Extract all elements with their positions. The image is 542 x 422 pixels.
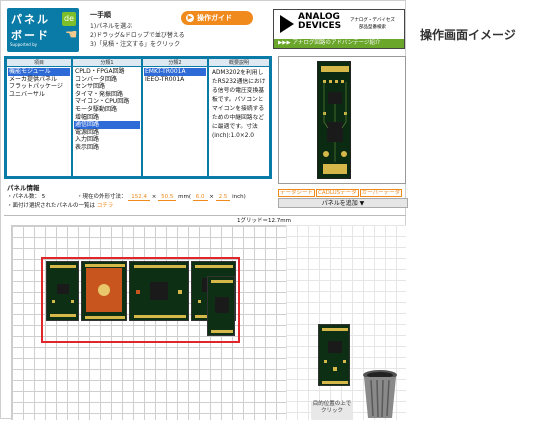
class1-list-item[interactable]: 入力回路	[74, 136, 140, 144]
class1-list-item[interactable]: 通信回路	[74, 121, 140, 129]
size-height-mm: 50.5	[158, 194, 177, 201]
panel-preview	[278, 56, 406, 184]
panel-list-label: ・面付け選択されたパネルの一覧は	[7, 203, 96, 209]
category-col-class2: 分類2 EMKT-TR001A IEEO-TR001A	[143, 59, 207, 176]
arrow-right-icon: ▶	[186, 14, 194, 22]
drag-hint-tooltip: 目的位置の上で クリック	[311, 401, 353, 420]
class2-list: EMKT-TR001A IEEO-TR001A	[143, 67, 207, 84]
item-list-item[interactable]: フラットパッケージ	[8, 83, 70, 91]
placed-board-3[interactable]	[129, 261, 189, 321]
panel-count-label: ・パネル数：	[7, 194, 41, 200]
pointing-hand-icon: ☚	[65, 27, 78, 43]
category-col-item: 項目 機能モジュール メーカ提供パネル フラットパッケージ ユニバーサル	[7, 59, 71, 176]
size-unit-inch: inch)	[232, 194, 246, 200]
analog-name-line2: DEVICES	[298, 21, 342, 31]
class1-list-item[interactable]: モータ駆動回路	[74, 106, 140, 114]
category-col-class1: 分類1 CPLD・FPGA回路 コンバータ回路 センサ回路 タイマ・発振回路 マイコン・…	[73, 59, 141, 176]
category-selector: 項目 機能モジュール メーカ提供パネル フラットパッケージ ユニバーサル 分類1 CP…	[4, 56, 272, 179]
logo-line1: パネル	[11, 13, 50, 26]
trash-can-icon[interactable]	[360, 368, 400, 420]
panel-info-size-row: ・パネル数： 5 ・現在の外形寸法： 152.4 × 50.5 mm( 6.0 …	[7, 194, 246, 201]
add-panel-button[interactable]: パネルを追加 ▼	[278, 198, 408, 208]
drag-hint-text: 目的位置の上で クリック	[312, 401, 352, 414]
class1-list-item[interactable]: CPLD・FPGA回路	[74, 68, 140, 76]
panel-list-link[interactable]: コチラ	[97, 203, 114, 209]
analog-jp-line2: 部品型番検索	[358, 25, 386, 30]
item-list-item[interactable]: ユニバーサル	[8, 91, 70, 99]
cadlus-data-link[interactable]: CADLUSデータ	[316, 189, 359, 197]
datasheet-link[interactable]: データシート	[278, 189, 316, 197]
divider	[4, 215, 406, 216]
placed-board-2[interactable]	[81, 261, 127, 321]
pcb-preview-image	[317, 61, 351, 179]
size-width-inch: 6.0	[192, 194, 208, 201]
step-2: 2)ドラッグ&ドロップで並び替える	[90, 32, 185, 39]
analog-jp-line1: アナログ・デバイセズ	[350, 18, 395, 23]
step-3: 3)「見積・注文する」をクリック	[90, 41, 181, 48]
class1-list-item[interactable]: 表示回路	[74, 144, 140, 152]
analog-devices-banner[interactable]: ANALOG DEVICES アナログ・デバイセズ 部品型番検索 ▶▶▶ アナロ…	[273, 9, 405, 49]
col-header-class1: 分類1	[73, 59, 141, 67]
size-height-inch: 2.5	[215, 194, 231, 201]
operation-guide-button[interactable]: ▶ 操作ガイド	[181, 11, 253, 25]
class2-list-item[interactable]: EMKT-TR001A	[144, 68, 206, 76]
steps-title: 一手順	[90, 11, 111, 19]
logo-line2: ボード	[11, 29, 50, 42]
preview-links: データシート CADLUSデータ ガーバーデータ	[278, 188, 408, 198]
item-list-item[interactable]: 機能モジュール	[8, 68, 70, 76]
panel-list-row: ・面付け選択されたパネルの一覧は コチラ	[7, 201, 113, 209]
item-list: 機能モジュール メーカ提供パネル フラットパッケージ ユニバーサル	[7, 67, 71, 99]
panel-description: ADM3202を利用したRS232通信における信号の電圧変換基板です。パソコンと…	[212, 70, 266, 139]
class2-list-item[interactable]: IEEO-TR001A	[144, 76, 206, 84]
size-width-mm: 152.4	[128, 194, 151, 201]
analog-devices-logo-icon	[280, 15, 294, 33]
grid-scale-label: 1グリッド＝12.7mm	[237, 218, 291, 224]
panel-count-value: 5	[41, 194, 46, 200]
logo-de-badge: de	[62, 12, 76, 26]
item-list-item[interactable]: メーカ提供パネル	[8, 76, 70, 84]
class1-list-item[interactable]: マイコン・CPU回路	[74, 98, 140, 106]
analog-jp-text: アナログ・デバイセズ 部品型番検索	[350, 17, 395, 31]
operation-guide-label: 操作ガイド	[197, 14, 232, 22]
col-header-item: 項目	[7, 59, 71, 67]
step-1: 1)パネルを選ぶ	[90, 23, 133, 30]
class1-list-item[interactable]: センサ回路	[74, 83, 140, 91]
gerber-data-link[interactable]: ガーバーデータ	[359, 189, 403, 197]
app-window: パネル de ボード Supported by ☚ 一手順 1)パネルを選ぶ 2…	[0, 0, 408, 420]
size-label: ・現在の外形寸法：	[77, 194, 127, 200]
analog-devices-name: ANALOG DEVICES	[298, 13, 341, 31]
size-unit-mm: mm(	[178, 194, 192, 200]
placed-board-1[interactable]	[46, 261, 79, 321]
col-header-class2: 分類2	[143, 59, 207, 67]
col-header-description: 概要説明	[209, 59, 269, 67]
category-col-description: 概要説明 ADM3202を利用したRS232通信における信号の電圧変換基板です。…	[209, 59, 269, 176]
panel-info-title: パネル情報	[7, 184, 40, 192]
placed-board-5[interactable]	[207, 276, 235, 336]
class1-list: CPLD・FPGA回路 コンバータ回路 センサ回路 タイマ・発振回路 マイコン・CPU回…	[73, 67, 141, 153]
dragging-board[interactable]	[318, 324, 350, 386]
analog-advantage-link[interactable]: ▶▶▶ アナログ回路のアドバンテージ紹介	[274, 39, 404, 48]
side-title: 操作画面イメージ	[420, 28, 516, 42]
logo-supported-by: Supported by	[10, 42, 37, 47]
